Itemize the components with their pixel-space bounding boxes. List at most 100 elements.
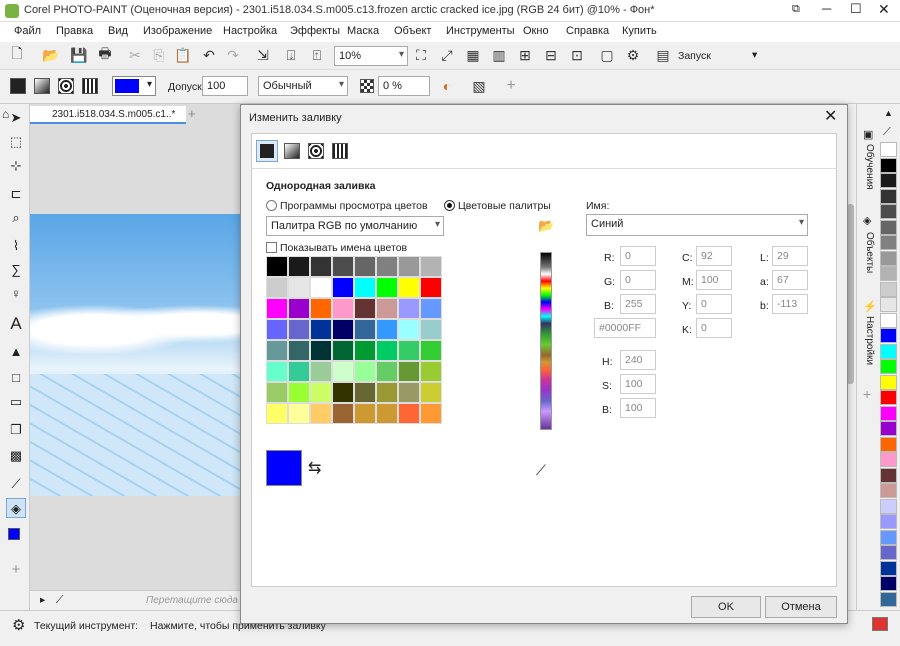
- palette-swatch[interactable]: [354, 340, 376, 361]
- palette-swatch[interactable]: [420, 361, 442, 382]
- side-palette-swatch[interactable]: [880, 374, 897, 390]
- palette-swatch[interactable]: [332, 340, 354, 361]
- palette-swatch[interactable]: [288, 298, 310, 319]
- fill-color-dropdown-icon[interactable]: ▾: [147, 79, 152, 90]
- palette-swatch[interactable]: [266, 361, 288, 382]
- merge-mode-select[interactable]: Обычный: [258, 76, 348, 96]
- palette-swatch[interactable]: [332, 403, 354, 424]
- docker-scrollbar[interactable]: [847, 204, 854, 384]
- import-icon[interactable]: ⇲: [252, 44, 274, 66]
- palette-swatch[interactable]: [288, 403, 310, 424]
- palette-swatch[interactable]: [332, 319, 354, 340]
- menu-image[interactable]: Изображение: [143, 25, 212, 37]
- fill-uniform-icon[interactable]: [10, 78, 26, 94]
- radio-color-viewers-label[interactable]: Программы просмотра цветов: [280, 200, 428, 212]
- palette-swatch[interactable]: [332, 361, 354, 382]
- grid-icon[interactable]: ▥: [488, 44, 510, 66]
- palette-swatch[interactable]: [398, 340, 420, 361]
- show-names-label[interactable]: Показывать имена цветов: [280, 242, 407, 254]
- palette-up-icon[interactable]: ▲: [884, 108, 893, 118]
- c-field[interactable]: 92: [696, 246, 732, 266]
- mask-view-icon[interactable]: ▢: [596, 44, 618, 66]
- palette-swatch[interactable]: [332, 298, 354, 319]
- zoom-select[interactable]: 10%: [334, 46, 408, 66]
- save-icon[interactable]: 💾: [68, 44, 90, 66]
- palette-swatch[interactable]: [398, 403, 420, 424]
- dock-tab-objects[interactable]: Объекты: [861, 232, 875, 292]
- eyedropper-small-icon[interactable]: ⟋: [56, 594, 63, 607]
- palette-swatch[interactable]: [332, 382, 354, 403]
- palette-swatch[interactable]: [420, 403, 442, 424]
- launch-dropdown-icon[interactable]: ▾: [752, 49, 757, 61]
- side-palette-swatch[interactable]: [880, 483, 897, 498]
- y-field[interactable]: 0: [696, 294, 732, 314]
- palette-swatch[interactable]: [376, 256, 398, 277]
- palette-swatch[interactable]: [332, 277, 354, 298]
- export-down-icon[interactable]: ⍗: [280, 44, 302, 66]
- cancel-button[interactable]: Отмена: [765, 596, 837, 618]
- snap-icon[interactable]: ⊞: [514, 44, 536, 66]
- palette-swatch[interactable]: [288, 319, 310, 340]
- palette-swatch[interactable]: [266, 340, 288, 361]
- tab-uniform-fill-icon[interactable]: [256, 140, 278, 162]
- copy-icon[interactable]: ⎘: [148, 44, 170, 66]
- side-palette-swatch[interactable]: [880, 405, 897, 421]
- document-image[interactable]: [30, 214, 240, 496]
- undo-icon[interactable]: ↶: [198, 44, 220, 66]
- side-palette-swatch[interactable]: [880, 514, 897, 529]
- palette-select[interactable]: Палитра RGB по умолчанию: [266, 216, 444, 236]
- k-field[interactable]: 0: [696, 318, 732, 338]
- palette-swatch[interactable]: [376, 403, 398, 424]
- palette-swatch[interactable]: [354, 382, 376, 403]
- l-field[interactable]: 29: [772, 246, 808, 266]
- rulers-icon[interactable]: ⊡: [566, 44, 588, 66]
- hex-field[interactable]: #0000FF: [594, 318, 656, 338]
- show-names-checkbox[interactable]: [266, 242, 277, 253]
- palette-swatch[interactable]: [420, 382, 442, 403]
- close-icon[interactable]: ✕: [878, 1, 890, 18]
- palette-swatch[interactable]: [376, 319, 398, 340]
- palette-swatch[interactable]: [288, 340, 310, 361]
- palette-swatch[interactable]: [310, 319, 332, 340]
- hsb-b-field[interactable]: 100: [620, 398, 656, 418]
- a-field[interactable]: 67: [772, 270, 808, 290]
- palette-swatch[interactable]: [398, 319, 420, 340]
- palette-swatch[interactable]: [310, 256, 332, 277]
- menu-adjust[interactable]: Настройка: [223, 25, 277, 37]
- scroll-left-icon[interactable]: ▸: [40, 594, 45, 606]
- palette-swatch[interactable]: [376, 277, 398, 298]
- side-palette-swatch[interactable]: [880, 142, 897, 157]
- menu-view[interactable]: Вид: [108, 25, 128, 37]
- options-gear-icon[interactable]: ⚙: [622, 44, 644, 66]
- palette-swatch[interactable]: [354, 403, 376, 424]
- s-field[interactable]: 100: [620, 374, 656, 394]
- restore-icon[interactable]: ⧉: [792, 3, 800, 16]
- new-icon[interactable]: 🗋: [6, 44, 28, 66]
- side-palette-swatch[interactable]: [880, 312, 897, 328]
- menu-mask[interactable]: Маска: [347, 25, 379, 37]
- rectangle-tool-icon[interactable]: □: [6, 368, 26, 388]
- palette-swatch[interactable]: [332, 256, 354, 277]
- status-gear-icon[interactable]: ⚙: [12, 616, 25, 634]
- eraser-tool-icon[interactable]: ▭: [6, 392, 26, 412]
- paint-tool-icon[interactable]: ▲: [6, 342, 26, 362]
- palette-swatch[interactable]: [354, 256, 376, 277]
- fill-tool-icon[interactable]: ◈: [6, 498, 26, 518]
- tolerance-input[interactable]: 100: [202, 76, 248, 96]
- objects-icon[interactable]: ◈: [863, 214, 871, 227]
- side-palette-swatch[interactable]: [880, 219, 897, 235]
- fill-texture-icon[interactable]: [82, 78, 98, 94]
- menu-edit[interactable]: Правка: [56, 25, 93, 37]
- palette-swatch[interactable]: [266, 256, 288, 277]
- dock-tab-learn[interactable]: Обучения: [861, 144, 875, 224]
- menu-tools[interactable]: Инструменты: [446, 25, 515, 37]
- learn-icon[interactable]: ▣: [863, 128, 873, 141]
- radio-color-palettes-label[interactable]: Цветовые палитры: [458, 200, 551, 212]
- side-palette-swatch[interactable]: [880, 328, 897, 343]
- side-palette-swatch[interactable]: [880, 436, 897, 452]
- color-proof-icon[interactable]: [872, 617, 888, 631]
- palette-swatch[interactable]: [398, 298, 420, 319]
- zoom-tool-icon[interactable]: ⌕: [6, 208, 26, 228]
- open-palette-icon[interactable]: 📂: [538, 218, 554, 234]
- palette-swatch[interactable]: [266, 382, 288, 403]
